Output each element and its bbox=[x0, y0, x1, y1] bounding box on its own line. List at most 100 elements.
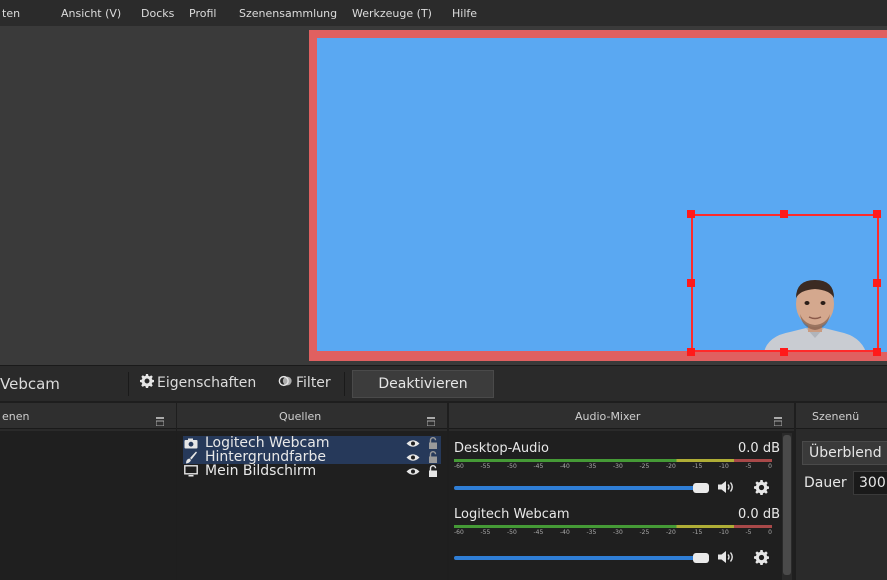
menu-item-werkzeuge[interactable]: Werkzeuge (T) bbox=[352, 7, 432, 20]
volume-meter bbox=[454, 459, 772, 462]
source-item-hintergrundfarbe[interactable]: Hintergrundfarbe bbox=[183, 450, 441, 464]
meter-tick: -10 bbox=[719, 463, 729, 470]
resize-handle-top[interactable] bbox=[780, 210, 788, 218]
meter-tick: -30 bbox=[613, 463, 623, 470]
mixer-scrollbar-thumb[interactable] bbox=[783, 435, 791, 575]
unlock-icon[interactable] bbox=[425, 450, 441, 464]
mixer-channel-name: Desktop-Audio bbox=[454, 441, 549, 456]
meter-tick: -60 bbox=[454, 529, 464, 536]
menu-bar: ten Ansicht (V) Docks Profil Szenensamml… bbox=[0, 0, 887, 26]
speaker-icon[interactable] bbox=[717, 479, 735, 495]
source-item-label: Hintergrundfarbe bbox=[205, 449, 326, 465]
menu-item-docks[interactable]: Docks bbox=[141, 7, 174, 20]
gear-icon[interactable] bbox=[752, 479, 770, 495]
dock-float-icon[interactable] bbox=[155, 411, 165, 427]
unlock-icon[interactable] bbox=[425, 464, 441, 478]
mixer-channel-logitech-webcam: Logitech Webcam 0.0 dB -60 -55 -50 -45 -… bbox=[449, 505, 794, 575]
brush-icon bbox=[183, 450, 199, 464]
scenes-list[interactable] bbox=[0, 431, 176, 580]
sources-dock-header: Quellen bbox=[177, 403, 447, 429]
duration-label: Dauer bbox=[804, 475, 847, 491]
meter-tick: -50 bbox=[507, 529, 517, 536]
resize-handle-left[interactable] bbox=[687, 279, 695, 287]
meter-tick: -5 bbox=[745, 529, 752, 536]
dock-float-icon[interactable] bbox=[426, 411, 436, 427]
resize-handle-bottom[interactable] bbox=[780, 348, 788, 356]
menu-item-profil[interactable]: Profil bbox=[189, 7, 216, 20]
meter-tick: -15 bbox=[692, 529, 703, 536]
source-item-logitech-webcam[interactable]: Logitech Webcam bbox=[183, 436, 441, 450]
filter-button[interactable]: Filter bbox=[278, 374, 331, 392]
selection-box[interactable] bbox=[691, 214, 879, 352]
scenes-dock: enen bbox=[0, 403, 176, 580]
audio-mixer-body: Desktop-Audio 0.0 dB -60 -55 -50 -45 -40… bbox=[449, 431, 794, 580]
meter-tick: -55 bbox=[480, 529, 491, 536]
mixer-channel-db: 0.0 dB bbox=[738, 507, 780, 522]
audio-mixer-dock: Audio-Mixer Desktop-Audio 0.0 dB -60 -55… bbox=[449, 403, 794, 580]
source-item-label: Mein Bildschirm bbox=[205, 463, 317, 479]
scene-transitions-dock: Szenenü Überblend Dauer 300 bbox=[796, 403, 887, 580]
audio-mixer-dock-header: Audio-Mixer bbox=[449, 403, 794, 429]
sources-dock: Quellen Logitech Webcam Hintergrundfarbe bbox=[177, 403, 447, 580]
source-item-mein-bildschirm[interactable]: Mein Bildschirm bbox=[183, 464, 441, 478]
camera-icon bbox=[183, 436, 199, 450]
meter-tick: -5 bbox=[745, 463, 752, 470]
volume-slider-knob[interactable] bbox=[693, 553, 709, 563]
mixer-channel-desktop-audio: Desktop-Audio 0.0 dB -60 -55 -50 -45 -40… bbox=[449, 431, 794, 501]
transition-select[interactable]: Überblend bbox=[802, 441, 887, 465]
eye-icon[interactable] bbox=[405, 436, 421, 450]
scene-transitions-dock-header: Szenenü bbox=[796, 403, 887, 429]
mixer-scrollbar[interactable] bbox=[782, 433, 792, 580]
meter-tick: -45 bbox=[533, 463, 544, 470]
meter-tick: -40 bbox=[560, 463, 570, 470]
gear-icon bbox=[140, 374, 155, 392]
meter-tick: -35 bbox=[586, 463, 597, 470]
monitor-icon bbox=[183, 464, 199, 478]
meter-tick: -35 bbox=[586, 529, 597, 536]
meter-tick: 0 bbox=[768, 463, 772, 470]
meter-tick: -20 bbox=[666, 463, 676, 470]
meter-ticks: -60 -55 -50 -45 -40 -35 -30 -25 -20 -15 … bbox=[454, 463, 772, 471]
resize-handle-top-right[interactable] bbox=[873, 210, 881, 218]
unlock-icon[interactable] bbox=[425, 436, 441, 450]
meter-tick: -25 bbox=[639, 463, 650, 470]
menu-item-bearbeiten[interactable]: ten bbox=[2, 7, 20, 20]
meter-tick: -25 bbox=[639, 529, 650, 536]
menu-item-ansicht[interactable]: Ansicht (V) bbox=[61, 7, 121, 20]
filter-icon bbox=[278, 374, 293, 392]
selected-source-name: Vebcam bbox=[0, 375, 60, 393]
audio-mixer-dock-title: Audio-Mixer bbox=[575, 410, 641, 423]
meter-tick: -20 bbox=[666, 529, 676, 536]
resize-handle-right[interactable] bbox=[873, 279, 881, 287]
volume-slider-knob[interactable] bbox=[693, 483, 709, 493]
scenes-dock-title: enen bbox=[2, 410, 30, 423]
resize-handle-bottom-right[interactable] bbox=[873, 348, 881, 356]
resize-handle-bottom-left[interactable] bbox=[687, 348, 695, 356]
mixer-channel-name: Logitech Webcam bbox=[454, 507, 570, 522]
meter-tick: -45 bbox=[533, 529, 544, 536]
speaker-icon[interactable] bbox=[717, 549, 735, 565]
meter-tick: -60 bbox=[454, 463, 464, 470]
volume-slider[interactable] bbox=[454, 486, 698, 490]
eye-icon[interactable] bbox=[405, 464, 421, 478]
duration-input[interactable]: 300 bbox=[853, 471, 887, 495]
deactivate-button[interactable]: Deaktivieren bbox=[352, 370, 494, 398]
menu-item-szenensammlung[interactable]: Szenensammlung bbox=[239, 7, 337, 20]
properties-button[interactable]: Eigenschaften bbox=[140, 374, 256, 392]
gear-icon[interactable] bbox=[752, 549, 770, 565]
scene-transitions-dock-title: Szenenü bbox=[812, 410, 860, 423]
meter-tick: 0 bbox=[768, 529, 772, 536]
dock-float-icon[interactable] bbox=[773, 411, 783, 427]
meter-tick: -30 bbox=[613, 529, 623, 536]
scenes-dock-header: enen bbox=[0, 403, 176, 429]
sources-list: Logitech Webcam Hintergrundfarbe Mein Bi… bbox=[177, 431, 447, 580]
meter-tick: -10 bbox=[719, 529, 729, 536]
meter-tick: -50 bbox=[507, 463, 517, 470]
toolbar-divider-2 bbox=[344, 372, 345, 396]
eye-icon[interactable] bbox=[405, 450, 421, 464]
volume-slider[interactable] bbox=[454, 556, 698, 560]
meter-tick: -55 bbox=[480, 463, 491, 470]
resize-handle-top-left[interactable] bbox=[687, 210, 695, 218]
sources-dock-title: Quellen bbox=[279, 410, 322, 423]
menu-item-hilfe[interactable]: Hilfe bbox=[452, 7, 477, 20]
